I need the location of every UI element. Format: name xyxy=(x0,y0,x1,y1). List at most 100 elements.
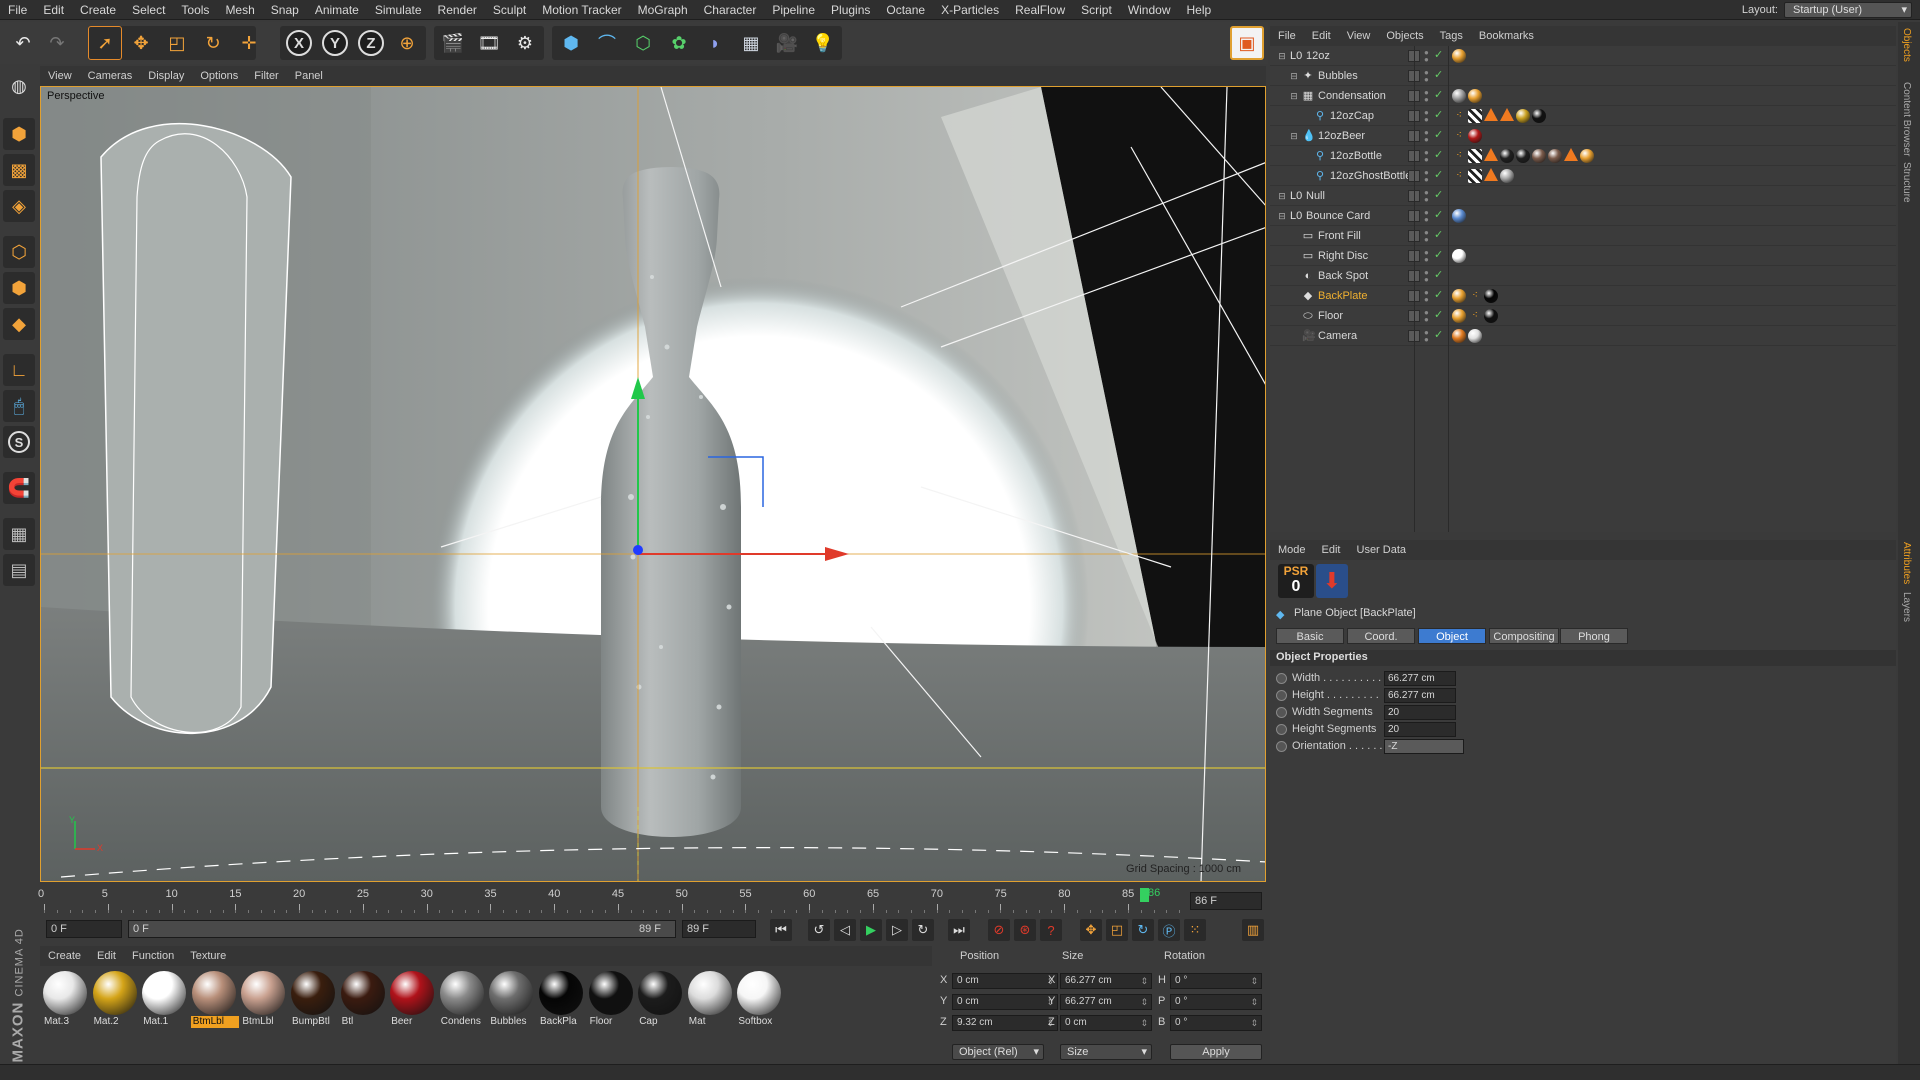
compositing-tag-icon[interactable]: ⁖ xyxy=(1452,169,1466,183)
material-swatch[interactable]: Mat xyxy=(687,970,733,1028)
enabled-check-icon[interactable]: ✓ xyxy=(1434,108,1443,121)
material-menu-edit[interactable]: Edit xyxy=(89,950,124,962)
redo-button[interactable]: ↷ xyxy=(40,26,74,60)
material-menu-function[interactable]: Function xyxy=(124,950,182,962)
object-row[interactable]: ⚲ 12ozGhostBottle ● ● ✓ ⁖ xyxy=(1270,166,1896,186)
expand-icon[interactable] xyxy=(1300,170,1312,182)
timeline-window-icon[interactable]: ▥ xyxy=(1242,919,1264,941)
object-row[interactable]: ▭ Front Fill ● ● ✓ xyxy=(1270,226,1896,246)
object-row[interactable]: ⊟ L0 Bounce Card ● ● ✓ xyxy=(1270,206,1896,226)
material-swatch[interactable]: Btl xyxy=(340,970,386,1028)
viewport[interactable]: Perspective Y X Grid Spacing : 1000 cm xyxy=(40,86,1266,882)
material-swatch[interactable]: Bubbles xyxy=(488,970,534,1028)
cloner-icon[interactable]: ✿ xyxy=(662,26,696,60)
material-tag-icon[interactable] xyxy=(1500,149,1514,163)
phong-tag-icon[interactable] xyxy=(1500,108,1514,121)
size-z-field[interactable]: 0 cm xyxy=(1060,1015,1152,1031)
menu-file[interactable]: File xyxy=(0,0,35,20)
key-rotation-icon[interactable]: ↻ xyxy=(1132,919,1154,941)
visibility-dots-icon[interactable]: ● ● xyxy=(1424,169,1429,184)
property-value-field[interactable]: 20 xyxy=(1384,722,1456,737)
light-object-icon[interactable]: 💡 xyxy=(806,26,840,60)
apply-button[interactable]: Apply xyxy=(1170,1044,1262,1060)
material-tag-icon[interactable] xyxy=(1452,329,1466,343)
keyframe-selection-icon[interactable]: ? xyxy=(1040,919,1062,941)
property-value-field[interactable]: 66.277 cm xyxy=(1384,688,1456,703)
viewport-menu-panel[interactable]: Panel xyxy=(287,70,331,82)
size-x-field[interactable]: 66.277 cm xyxy=(1060,973,1152,989)
material-tag-icon[interactable] xyxy=(1452,289,1466,303)
object-name[interactable]: BackPlate xyxy=(1318,286,1368,306)
viewport-menu-cameras[interactable]: Cameras xyxy=(80,70,141,82)
object-name[interactable]: Null xyxy=(1306,186,1325,206)
picture-viewer-icon[interactable]: ▣ xyxy=(1230,26,1264,60)
menu-simulate[interactable]: Simulate xyxy=(367,0,430,20)
material-tag-icon[interactable] xyxy=(1532,149,1546,163)
object-menu-bookmarks[interactable]: Bookmarks xyxy=(1471,30,1542,42)
property-value-field[interactable]: 66.277 cm xyxy=(1384,671,1456,686)
material-swatch[interactable]: Softbox xyxy=(736,970,782,1028)
enabled-check-icon[interactable]: ✓ xyxy=(1434,208,1443,221)
previous-key-icon[interactable]: ↺ xyxy=(808,919,830,941)
enabled-check-icon[interactable]: ✓ xyxy=(1434,88,1443,101)
material-swatch[interactable]: Floor xyxy=(588,970,634,1028)
object-row[interactable]: 🎥 Camera ● ● ✓ xyxy=(1270,326,1896,346)
object-name[interactable]: 12ozCap xyxy=(1330,106,1374,126)
axis-mode-icon[interactable]: ∟ xyxy=(3,354,35,386)
texture-mode-icon[interactable]: ▩ xyxy=(3,154,35,186)
expand-icon[interactable]: ⊟ xyxy=(1276,210,1288,222)
enabled-check-icon[interactable]: ✓ xyxy=(1434,268,1443,281)
visibility-dots-icon[interactable]: ● ● xyxy=(1424,229,1429,244)
tab-compositing[interactable]: Compositing xyxy=(1489,628,1559,644)
phong-tag-icon[interactable] xyxy=(1484,108,1498,121)
enabled-check-icon[interactable]: ✓ xyxy=(1434,168,1443,181)
menu-octane[interactable]: Octane xyxy=(878,0,933,20)
visibility-dots-icon[interactable]: ● ● xyxy=(1424,269,1429,284)
phong-tag-icon[interactable] xyxy=(1484,148,1498,161)
enabled-check-icon[interactable]: ✓ xyxy=(1434,308,1443,321)
expand-icon[interactable] xyxy=(1288,230,1300,242)
previous-frame-icon[interactable]: ◁ xyxy=(834,919,856,941)
end-frame-field[interactable]: 89 F xyxy=(682,920,756,938)
rot-p-field[interactable]: 0 ° xyxy=(1170,994,1262,1010)
menu-create[interactable]: Create xyxy=(72,0,124,20)
animate-radio-icon[interactable] xyxy=(1276,707,1287,718)
points-mode-icon[interactable]: ⬡ xyxy=(3,236,35,268)
subdivision-surface-icon[interactable]: ⬡ xyxy=(626,26,660,60)
object-name[interactable]: 12ozBeer xyxy=(1318,126,1365,146)
record-icon[interactable]: ⊘ xyxy=(988,919,1010,941)
material-tag-icon[interactable] xyxy=(1468,329,1482,343)
compositing-tag-icon[interactable]: ⁖ xyxy=(1452,149,1466,163)
object-row[interactable]: ◐ Back Spot ● ● ✓ xyxy=(1270,266,1896,286)
menu-script[interactable]: Script xyxy=(1073,0,1120,20)
visibility-dots-icon[interactable]: ● ● xyxy=(1424,289,1429,304)
material-swatch[interactable]: Mat.1 xyxy=(141,970,187,1028)
object-name[interactable]: Front Fill xyxy=(1318,226,1361,246)
menu-character[interactable]: Character xyxy=(696,0,765,20)
x-axis-lock-button[interactable]: X xyxy=(282,26,316,60)
material-swatch[interactable]: Cap xyxy=(637,970,683,1028)
lock-workplane-icon[interactable]: ▦ xyxy=(3,518,35,550)
enabled-check-icon[interactable]: ✓ xyxy=(1434,68,1443,81)
scale-tool-icon[interactable]: ◰ xyxy=(160,26,194,60)
key-pla-icon[interactable]: ⁙ xyxy=(1184,919,1206,941)
floor-object-icon[interactable]: ▦ xyxy=(734,26,768,60)
menu-snap[interactable]: Snap xyxy=(263,0,307,20)
material-tag-icon[interactable] xyxy=(1484,289,1498,303)
object-row[interactable]: ⊟ L0 12oz ● ● ✓ xyxy=(1270,46,1896,66)
object-name[interactable]: 12ozBottle xyxy=(1330,146,1382,166)
material-swatch[interactable]: Beer xyxy=(389,970,435,1028)
object-row[interactable]: ⚲ 12ozCap ● ● ✓ ⁖ xyxy=(1270,106,1896,126)
material-swatch[interactable]: Condens xyxy=(439,970,485,1028)
object-name[interactable]: Right Disc xyxy=(1318,246,1368,266)
material-tag-icon[interactable] xyxy=(1452,209,1466,223)
model-mode-icon[interactable]: ⬢ xyxy=(3,118,35,150)
viewport-menu-options[interactable]: Options xyxy=(192,70,246,82)
enabled-check-icon[interactable]: ✓ xyxy=(1434,248,1443,261)
object-row[interactable]: ⊟ ▦ Condensation ● ● ✓ xyxy=(1270,86,1896,106)
compositing-tag-icon[interactable]: ⁖ xyxy=(1452,109,1466,123)
pos-y-field[interactable]: 0 cm xyxy=(952,994,1058,1010)
visibility-dots-icon[interactable]: ● ● xyxy=(1424,49,1429,64)
enabled-check-icon[interactable]: ✓ xyxy=(1434,188,1443,201)
enabled-check-icon[interactable]: ✓ xyxy=(1434,148,1443,161)
